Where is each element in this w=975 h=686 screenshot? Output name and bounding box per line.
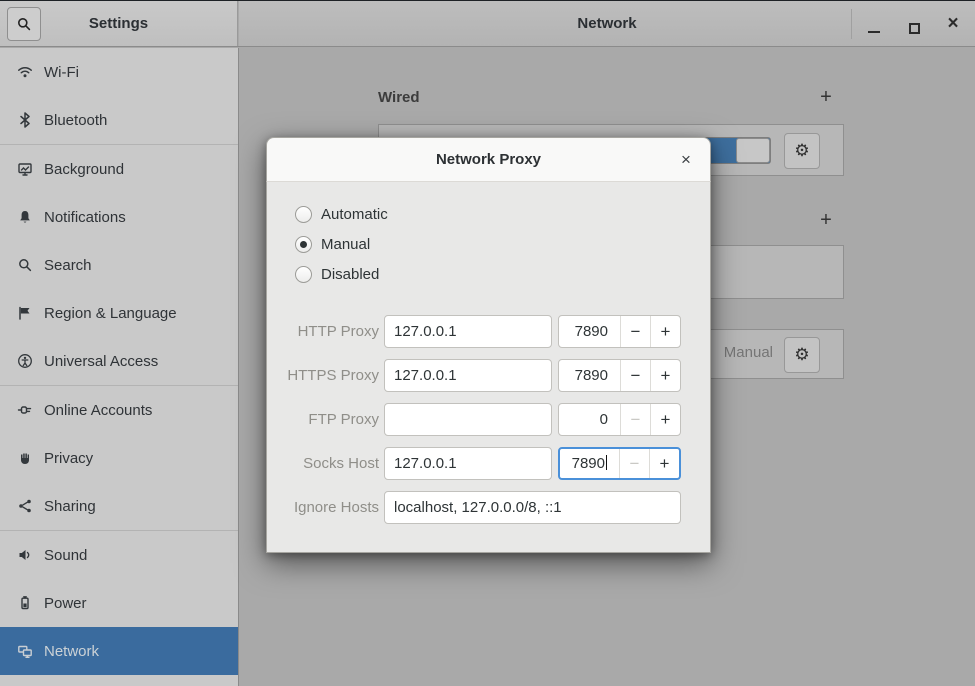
sidebar-item-universal-access[interactable]: Universal Access (0, 337, 238, 385)
window-close-button[interactable]: × (939, 10, 967, 38)
sidebar-item-label: Universal Access (44, 352, 159, 370)
wifi-icon (17, 64, 33, 80)
settings-window: Settings Network × Wi-Fi Bluetooth Backg… (0, 0, 975, 686)
radio-label: Automatic (321, 205, 388, 223)
add-wired-connection-button[interactable]: + (815, 86, 837, 108)
decrement-button-disabled[interactable]: − (619, 449, 649, 478)
sidebar-item-wifi[interactable]: Wi-Fi (0, 48, 238, 96)
minimize-button[interactable] (860, 10, 888, 38)
http-proxy-port-spinner: 7890 − + (558, 315, 681, 348)
sidebar-item-sound[interactable]: Sound (0, 531, 238, 579)
sidebar-item-label: Search (44, 256, 92, 274)
dialog-header: Network Proxy × (266, 137, 711, 182)
search-icon (17, 257, 33, 273)
https-proxy-host-input[interactable] (384, 359, 552, 392)
network-proxy-dialog: Network Proxy × Automatic Manual Disable… (266, 137, 711, 553)
ignore-hosts-input[interactable] (384, 491, 681, 524)
socks-host-input[interactable] (384, 447, 552, 480)
wired-toggle-switch[interactable] (702, 137, 771, 164)
proxy-settings-gear-button[interactable]: ⚙ (784, 337, 820, 373)
radio-label: Disabled (321, 265, 380, 283)
socks-port-spinner-focused: 7890 − + (558, 447, 681, 480)
online-accounts-icon (17, 402, 33, 418)
sidebar-item-label: Privacy (44, 449, 94, 467)
accessibility-icon (17, 353, 33, 369)
sidebar-item-power[interactable]: Power (0, 579, 238, 627)
socks-port-value[interactable]: 7890 (560, 449, 619, 478)
radio-icon (295, 205, 312, 223)
sidebar-item-label: Online Accounts (44, 401, 153, 419)
proxy-mode-automatic[interactable]: Automatic (295, 199, 388, 229)
maximize-icon (908, 22, 920, 34)
hand-icon (17, 450, 33, 466)
sidebar: Wi-Fi Bluetooth Background Notifications… (0, 48, 239, 686)
sidebar-item-network[interactable]: Network (0, 627, 238, 675)
ftp-proxy-host-input[interactable] (384, 403, 552, 436)
minimize-icon (868, 31, 880, 33)
sidebar-item-privacy[interactable]: Privacy (0, 434, 238, 482)
network-icon (17, 643, 33, 659)
sidebar-item-label: Background (44, 160, 125, 178)
speaker-icon (17, 547, 33, 563)
socks-host-label: Socks Host (303, 455, 379, 472)
ignore-hosts-label: Ignore Hosts (293, 499, 379, 516)
sidebar-item-background[interactable]: Background (0, 145, 238, 193)
radio-label: Manual (321, 235, 371, 253)
ftp-proxy-label: FTP Proxy (308, 411, 379, 428)
text-cursor (606, 455, 607, 470)
increment-button[interactable]: + (650, 360, 680, 391)
sidebar-item-search[interactable]: Search (0, 241, 238, 289)
radio-checked-icon (295, 235, 312, 253)
sidebar-item-label: Notifications (44, 208, 126, 226)
add-vpn-button[interactable]: + (815, 209, 837, 231)
titlebar-sidebar-section: Settings (0, 1, 238, 46)
increment-button[interactable]: + (649, 449, 679, 478)
decrement-button[interactable]: − (620, 316, 650, 347)
flag-icon (17, 305, 33, 321)
https-proxy-port-spinner: 7890 − + (558, 359, 681, 392)
http-proxy-port-value[interactable]: 7890 (559, 316, 620, 347)
maximize-button[interactable] (900, 10, 928, 38)
dialog-close-button[interactable]: × (672, 146, 700, 174)
sidebar-item-label: Bluetooth (44, 111, 108, 129)
sidebar-item-sharing[interactable]: Sharing (0, 482, 238, 530)
sidebar-item-notifications[interactable]: Notifications (0, 193, 238, 241)
http-proxy-host-input[interactable] (384, 315, 552, 348)
sidebar-item-label: Power (44, 594, 87, 612)
sidebar-item-bluetooth[interactable]: Bluetooth (0, 96, 238, 144)
ftp-proxy-port-value[interactable]: 0 (559, 404, 620, 435)
decrement-button-disabled[interactable]: − (620, 404, 650, 435)
sidebar-item-online-accounts[interactable]: Online Accounts (0, 386, 238, 434)
titlebar: Settings Network × (0, 0, 975, 47)
http-proxy-label: HTTP Proxy (297, 323, 379, 340)
battery-icon (17, 595, 33, 611)
sidebar-item-label: Region & Language (44, 304, 177, 322)
toggle-knob (736, 138, 770, 163)
window-controls-separator (851, 9, 852, 39)
sidebar-item-region-language[interactable]: Region & Language (0, 289, 238, 337)
https-proxy-label: HTTPS Proxy (287, 367, 379, 384)
increment-button[interactable]: + (650, 404, 680, 435)
wired-settings-gear-button[interactable]: ⚙ (784, 133, 820, 169)
share-icon (17, 498, 33, 514)
bluetooth-icon (17, 112, 33, 128)
ftp-proxy-port-spinner: 0 − + (558, 403, 681, 436)
app-title: Settings (88, 15, 149, 32)
sidebar-item-label: Network (44, 642, 100, 660)
proxy-mode-disabled[interactable]: Disabled (295, 259, 379, 289)
increment-button[interactable]: + (650, 316, 680, 347)
bell-icon (17, 209, 33, 225)
background-icon (17, 161, 33, 177)
dialog-body: Automatic Manual Disabled HTTP Proxy 789… (266, 182, 711, 553)
sidebar-item-label: Sharing (44, 497, 96, 515)
decrement-button[interactable]: − (620, 360, 650, 391)
proxy-mode-manual[interactable]: Manual (295, 229, 370, 259)
sidebar-item-label: Wi-Fi (44, 63, 79, 81)
sidebar-item-label: Sound (44, 546, 88, 564)
wired-section-title: Wired (378, 89, 420, 106)
https-proxy-port-value[interactable]: 7890 (559, 360, 620, 391)
radio-icon (295, 265, 312, 283)
dialog-title: Network Proxy (435, 151, 542, 168)
